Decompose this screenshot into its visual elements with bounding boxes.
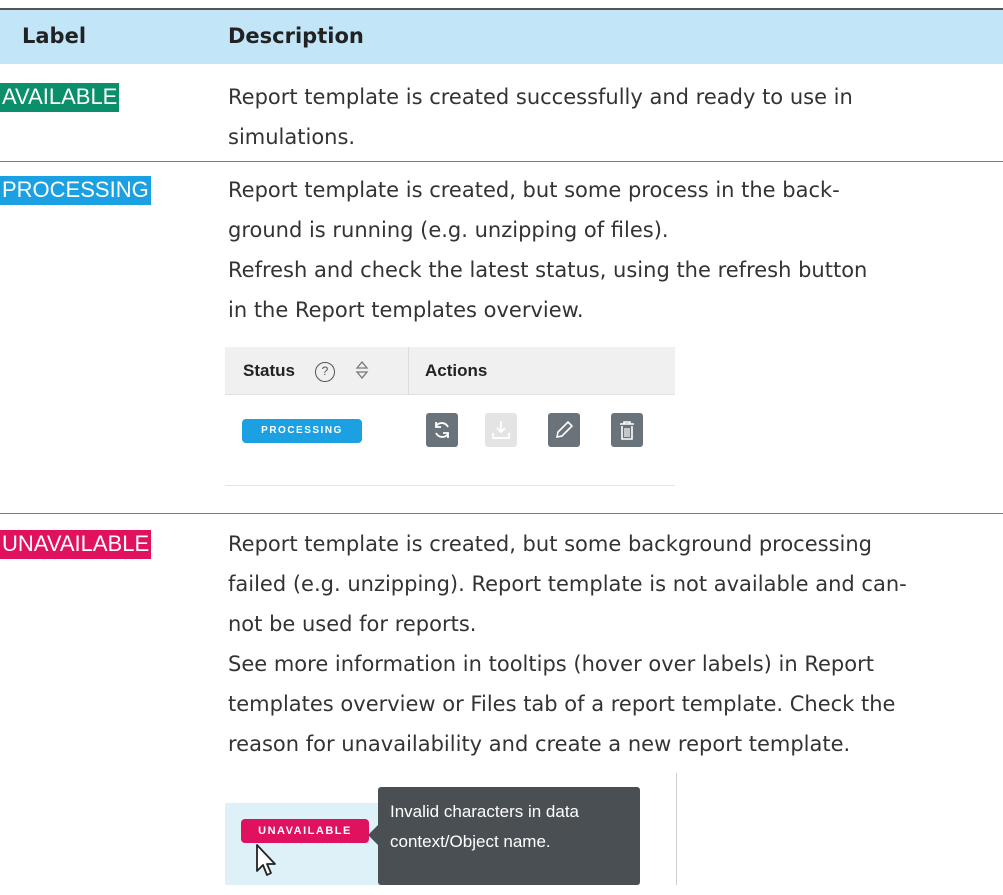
delete-icon [620, 421, 634, 440]
row-processing-description: Report template is created, but some pro… [228, 170, 867, 330]
row-unavailable-more-info: See more information in tooltips (hover … [228, 644, 895, 764]
actions-screenshot: Status ? Actions PROCESSING [225, 347, 675, 487]
description-line: templates overview or Files tab of a rep… [228, 692, 896, 716]
tooltip: Invalid characters in data context/Objec… [378, 787, 640, 885]
row-available-description: Report template is created successfully … [228, 77, 853, 157]
edit-button[interactable] [548, 413, 580, 447]
description-line: in the Report templates overview. [228, 298, 584, 322]
description-line: failed (e.g. unzipping). Report template… [228, 572, 907, 596]
help-icon[interactable]: ? [315, 362, 335, 382]
sort-icon[interactable] [355, 357, 369, 383]
status-available-label: AVAILABLE [0, 83, 120, 112]
description-line: See more information in tooltips (hover … [228, 652, 874, 676]
table-header: Label Description [0, 8, 1003, 64]
actions-column-header: Actions [425, 361, 488, 380]
download-button[interactable] [485, 413, 517, 447]
description-line: Report template is created successfully … [228, 85, 853, 109]
download-icon [492, 421, 510, 439]
tooltip-screenshot: UNAVAILABLE Invalid characters in data c… [225, 773, 680, 885]
header-description: Description [228, 24, 364, 48]
tooltip-line: Invalid characters in data [390, 802, 579, 821]
actions-table-header: Status ? Actions [225, 347, 675, 395]
status-unavailable-label: UNAVAILABLE [0, 530, 152, 559]
edit-icon [555, 420, 574, 439]
description-line: not be used for reports. [228, 612, 477, 636]
tooltip-line: context/Object name. [390, 832, 551, 851]
refresh-icon [435, 422, 449, 438]
row-unavailable-description: Report template is created, but some bac… [228, 524, 907, 644]
tooltip-arrow [368, 825, 378, 845]
column-divider [408, 347, 409, 395]
header-label: Label [22, 24, 87, 48]
status-column-header[interactable]: Status [243, 361, 295, 381]
row-divider [0, 161, 1003, 162]
row-divider [0, 513, 1003, 514]
description-line: simulations. [228, 125, 356, 149]
processing-badge: PROCESSING [242, 419, 362, 443]
delete-button[interactable] [611, 413, 643, 447]
description-line: ground is running (e.g. unzipping of fil… [228, 218, 669, 242]
row-divider [225, 485, 675, 486]
description-line: Refresh and check the latest status, usi… [228, 258, 868, 282]
mouse-cursor-icon [256, 844, 276, 876]
description-line: Report template is created, but some pro… [228, 178, 840, 202]
panel-divider [676, 773, 677, 885]
status-processing-label: PROCESSING [0, 176, 151, 205]
description-line: reason for unavailability and create a n… [228, 732, 851, 756]
refresh-button[interactable] [426, 413, 458, 447]
description-line: Report template is created, but some bac… [228, 532, 872, 556]
unavailable-badge[interactable]: UNAVAILABLE [241, 819, 369, 843]
